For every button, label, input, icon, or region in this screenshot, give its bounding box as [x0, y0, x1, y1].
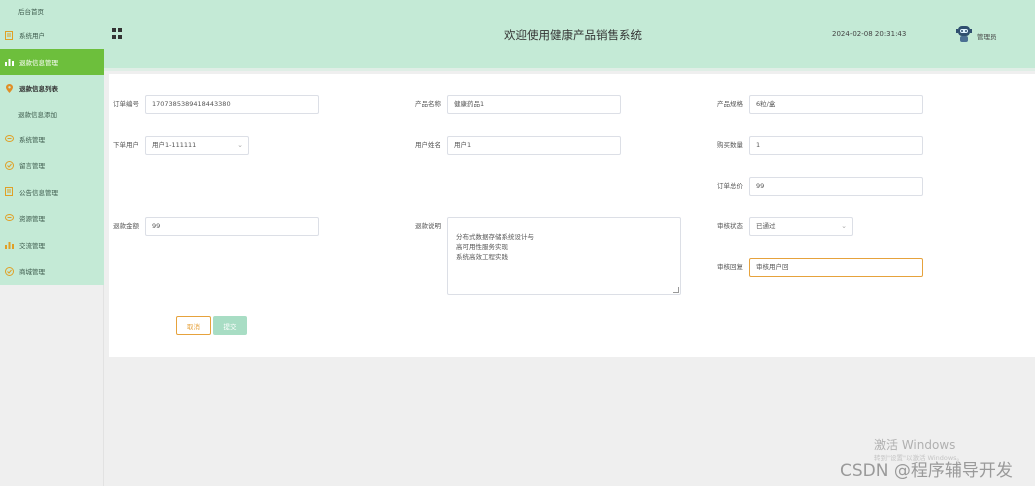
- field-review-reply: 审核回复 审核用户回: [713, 258, 923, 277]
- bar-chart-icon: [4, 57, 14, 67]
- submit-button[interactable]: 提交: [213, 316, 247, 335]
- sidebar-item-label: 留言管理: [19, 162, 45, 171]
- field-user-name: 用户姓名 用户1: [411, 136, 621, 155]
- sidebar-item-label: 资源管理: [19, 215, 45, 224]
- purchase-qty-input[interactable]: 1: [749, 136, 923, 155]
- sidebar: 后台首页 系统用户 退款信息管理 退款信息列表 退款信息添加 系统管理 留言管理…: [0, 0, 104, 486]
- bar-chart-icon: [4, 240, 14, 250]
- chat-icon: [4, 134, 14, 144]
- sidebar-item-label: 系统用户: [19, 32, 45, 41]
- order-user-select[interactable]: 用户1-111111 ⌄: [145, 136, 249, 155]
- field-label: 产品名称: [415, 100, 441, 108]
- field-label: 订单总价: [717, 182, 743, 190]
- textarea-text: 分布式数据存储系统设计与 高可用性服务实现 系统高效工程实践: [456, 233, 534, 261]
- sidebar-item-label: 商城管理: [19, 268, 45, 277]
- field-order-user: 下单用户 用户1-111111 ⌄: [109, 136, 249, 155]
- field-label: 订单编号: [113, 100, 139, 108]
- check-circle-icon: [4, 266, 14, 276]
- menu-toggle-grid-icon[interactable]: [112, 28, 123, 39]
- csdn-watermark: CSDN @程序辅导开发: [840, 461, 1013, 481]
- field-review-status: 审核状态 已通过 ⌄: [713, 217, 853, 236]
- user-name-input[interactable]: 用户1: [447, 136, 621, 155]
- sidebar-item-users[interactable]: 系统用户: [0, 22, 104, 49]
- current-datetime: 2024-02-08 20:31:43: [832, 30, 907, 38]
- select-value: 已通过: [756, 222, 776, 230]
- field-refund-reason: 退款说明 分布式数据存储系统设计与 高可用性服务实现 系统高效工程实践: [411, 217, 681, 295]
- chevron-down-icon: ⌄: [237, 141, 243, 149]
- user-avatar-icon[interactable]: [956, 24, 972, 44]
- refund-reason-textarea[interactable]: 分布式数据存储系统设计与 高可用性服务实现 系统高效工程实践: [447, 217, 681, 295]
- review-reply-input[interactable]: 审核用户回: [749, 258, 923, 277]
- sidebar-item-messages[interactable]: 留言管理: [0, 152, 104, 179]
- field-order-no: 订单编号 1707385389418443380: [109, 95, 319, 114]
- sidebar-item-refund-management[interactable]: 退款信息管理: [0, 48, 104, 75]
- sidebar-item-label: 交流管理: [19, 241, 45, 250]
- sidebar-item-refund-list[interactable]: 退款信息列表: [0, 75, 104, 102]
- sidebar-item-mall[interactable]: 商城管理: [0, 258, 104, 285]
- field-product-name: 产品名称 健康药品1: [411, 95, 621, 114]
- select-value: 用户1-111111: [152, 141, 197, 149]
- refund-detail-form: 订单编号 1707385389418443380 产品名称 健康药品1 产品规格…: [109, 74, 1035, 357]
- cancel-button[interactable]: 取消: [176, 316, 211, 335]
- field-label: 退款说明: [415, 222, 441, 230]
- review-status-select[interactable]: 已通过 ⌄: [749, 217, 853, 236]
- sidebar-item-label: 公告信息管理: [19, 188, 58, 197]
- sidebar-item-label: 退款信息添加: [18, 110, 57, 119]
- chevron-down-icon: ⌄: [841, 222, 847, 230]
- sidebar-item-label: 退款信息管理: [19, 58, 58, 67]
- document-icon: [4, 187, 14, 197]
- product-spec-input[interactable]: 6粒/盒: [749, 95, 923, 114]
- sidebar-item-label: 系统管理: [19, 135, 45, 144]
- sidebar-item-notices[interactable]: 公告信息管理: [0, 179, 104, 206]
- field-label: 下单用户: [113, 141, 139, 149]
- sidebar-item-system[interactable]: 系统管理: [0, 126, 104, 153]
- field-label: 审核回复: [717, 263, 743, 271]
- sidebar-item-exchange[interactable]: 交流管理: [0, 232, 104, 259]
- sidebar-item-resources[interactable]: 资源管理: [0, 205, 104, 232]
- sidebar-item-home[interactable]: 后台首页: [0, 0, 104, 22]
- username-label: 管理员: [977, 33, 997, 41]
- field-label: 产品规格: [717, 100, 743, 108]
- sidebar-item-label: 后台首页: [18, 8, 44, 16]
- sidebar-menu: 后台首页 系统用户 退款信息管理 退款信息列表 退款信息添加 系统管理 留言管理…: [0, 0, 104, 285]
- resize-handle-icon[interactable]: [673, 287, 679, 293]
- field-refund-amount: 退款金额 99: [109, 217, 319, 236]
- field-label: 用户姓名: [415, 141, 441, 149]
- system-title: 欢迎使用健康产品销售系统: [504, 28, 642, 42]
- order-total-input[interactable]: 99: [749, 177, 923, 196]
- order-no-input[interactable]: 1707385389418443380: [145, 95, 319, 114]
- product-name-input[interactable]: 健康药品1: [447, 95, 621, 114]
- refund-amount-input[interactable]: 99: [145, 217, 319, 236]
- field-label: 审核状态: [717, 222, 743, 230]
- windows-activation-watermark: 激活 Windows: [874, 438, 956, 452]
- sidebar-item-refund-add[interactable]: 退款信息添加: [0, 102, 104, 126]
- document-icon: [4, 30, 14, 40]
- location-pin-icon: [4, 83, 14, 93]
- sidebar-item-label: 退款信息列表: [19, 85, 58, 94]
- check-circle-icon: [4, 160, 14, 170]
- top-header: 欢迎使用健康产品销售系统 2024-02-08 20:31:43 管理员: [104, 0, 1035, 71]
- chat-icon: [4, 213, 14, 223]
- field-purchase-qty: 购买数量 1: [713, 136, 923, 155]
- field-label: 购买数量: [717, 141, 743, 149]
- field-product-spec: 产品规格 6粒/盒: [713, 95, 923, 114]
- field-label: 退款金额: [113, 222, 139, 230]
- field-order-total: 订单总价 99: [713, 177, 923, 196]
